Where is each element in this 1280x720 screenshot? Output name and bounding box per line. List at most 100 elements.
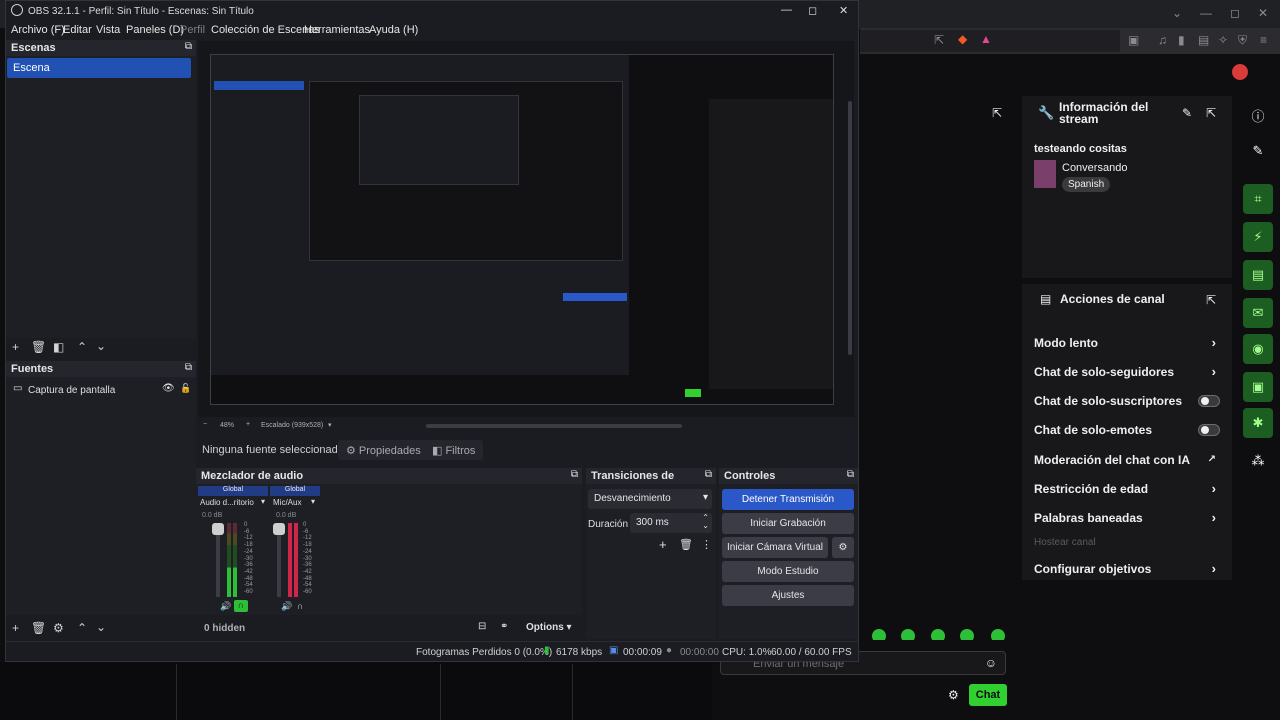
arrow-down-icon[interactable]: ⌄ bbox=[96, 339, 106, 353]
action-emotes-only[interactable]: Chat de solo-emotes bbox=[1034, 423, 1224, 441]
dock-float-icon[interactable]: ⧉ bbox=[847, 469, 854, 480]
wrench-icon[interactable]: ✱ bbox=[1243, 408, 1273, 438]
clip-icon[interactable]: ⌗ bbox=[1243, 184, 1273, 214]
trash-icon[interactable]: 🗑 bbox=[679, 538, 693, 551]
popout-icon[interactable]: ⇱ bbox=[992, 106, 1002, 120]
menu-perfil[interactable]: Perfil bbox=[180, 24, 205, 36]
mixer-link-icon[interactable]: ⚭ bbox=[500, 621, 508, 632]
close-icon[interactable]: ✕ bbox=[1258, 6, 1268, 20]
add-icon[interactable]: + bbox=[12, 340, 19, 354]
preview-vscrollbar[interactable] bbox=[848, 101, 852, 355]
studio-mode-button[interactable]: Modo Estudio bbox=[722, 561, 854, 582]
brave-shield-icon[interactable]: ◆ bbox=[958, 32, 967, 46]
ai-icon[interactable]: ✧ bbox=[1218, 33, 1228, 47]
document-icon[interactable]: ▤ bbox=[1243, 260, 1273, 290]
action-subs-only[interactable]: Chat de solo-suscriptores bbox=[1034, 394, 1224, 412]
settings-button[interactable]: Ajustes bbox=[722, 585, 854, 606]
arrow-down-icon[interactable]: ⌄ bbox=[96, 620, 106, 634]
minimize-icon[interactable]: ⌄ bbox=[1172, 6, 1182, 20]
edit-icon[interactable]: ✎ bbox=[1243, 136, 1273, 166]
channel-dropdown-icon[interactable]: ▾ bbox=[311, 497, 315, 506]
layout-icon[interactable]: ⊟ bbox=[478, 621, 486, 632]
filters-button[interactable]: ◧ Filtros bbox=[424, 440, 484, 460]
filter-icon[interactable]: ◧ bbox=[53, 340, 64, 354]
menu-editar[interactable]: Editar bbox=[63, 24, 92, 36]
music-icon[interactable]: ♫ bbox=[1158, 33, 1167, 47]
trash-icon[interactable]: 🗑 bbox=[31, 340, 46, 354]
settings-icon[interactable]: ⚙ bbox=[948, 688, 959, 702]
menu-herramientas[interactable]: Herramientas bbox=[304, 24, 370, 36]
options-button[interactable]: Options ▾ bbox=[526, 622, 572, 633]
popout-icon[interactable]: ⇱ bbox=[1206, 106, 1216, 120]
chat-bubble-icon[interactable]: ✉ bbox=[1243, 298, 1273, 328]
sidebar-icon[interactable]: ▮ bbox=[1178, 33, 1185, 47]
menu-ayuda[interactable]: Ayuda (H) bbox=[369, 24, 418, 36]
visibility-eye-icon[interactable]: 👁 bbox=[162, 383, 175, 394]
arrow-up-icon[interactable]: ⌃ bbox=[77, 340, 87, 354]
close-icon[interactable]: ✕ bbox=[839, 4, 848, 17]
maximize-icon[interactable]: ◻ bbox=[808, 4, 817, 17]
scene-item[interactable]: Escena bbox=[7, 58, 191, 78]
minimize-icon[interactable]: — bbox=[1200, 6, 1212, 20]
tag-badge[interactable]: Spanish bbox=[1062, 177, 1111, 192]
trash-icon[interactable]: 🗑 bbox=[31, 621, 46, 635]
stepper-down-icon[interactable]: ⌄ bbox=[702, 521, 709, 530]
edit-icon[interactable]: ✎ bbox=[1182, 106, 1192, 120]
start-recording-button[interactable]: Iniciar Grabación bbox=[722, 513, 854, 534]
info-icon[interactable]: ⓘ bbox=[1243, 100, 1273, 130]
zoom-out-icon[interactable]: − bbox=[203, 421, 207, 428]
source-item[interactable]: ▭ Captura de pantalla 👁 🔓 bbox=[12, 383, 192, 399]
volume-handle[interactable] bbox=[212, 523, 224, 535]
menu-vista[interactable]: Vista bbox=[96, 24, 120, 36]
chat-send-button[interactable]: Chat bbox=[969, 684, 1007, 706]
channel-dropdown-icon[interactable]: ▾ bbox=[261, 497, 265, 506]
action-followers-only[interactable]: Chat de solo-seguidores › bbox=[1034, 364, 1224, 383]
wallet-icon[interactable]: ▤ bbox=[1198, 33, 1209, 47]
vpn-icon[interactable]: ⛨ bbox=[1238, 33, 1247, 48]
volume-handle[interactable] bbox=[273, 523, 285, 535]
rewards-icon[interactable]: ▲ bbox=[980, 32, 992, 46]
emote-picker-icon[interactable]: ☺ bbox=[985, 656, 997, 670]
speaker-icon[interactable]: 🔊 bbox=[281, 601, 292, 612]
virtual-camera-settings-button[interactable]: ⚙ bbox=[832, 537, 854, 558]
menu-icon[interactable]: ≡ bbox=[1260, 33, 1267, 47]
action-slow-mode[interactable]: Modo lento › bbox=[1034, 335, 1224, 354]
dock-float-icon[interactable]: ⧉ bbox=[571, 469, 578, 480]
action-goals[interactable]: Configurar objetivos › bbox=[1034, 561, 1224, 580]
scale-dropdown-icon[interactable]: ▾ bbox=[328, 421, 332, 429]
speaker-icon[interactable]: 🔊 bbox=[220, 601, 231, 612]
share-icon[interactable]: ⇱ bbox=[934, 33, 944, 47]
avatar[interactable] bbox=[1232, 64, 1248, 80]
headphones-icon[interactable]: ∩ bbox=[297, 601, 303, 611]
menu-paneles[interactable]: Paneles (D) bbox=[126, 24, 184, 36]
maximize-icon[interactable]: ◻ bbox=[1230, 6, 1240, 20]
subs-only-toggle[interactable] bbox=[1198, 395, 1220, 407]
zoom-in-icon[interactable]: + bbox=[246, 421, 250, 428]
properties-button[interactable]: ⚙ Propiedades bbox=[338, 440, 429, 460]
dock-float-icon[interactable]: ⧉ bbox=[185, 41, 192, 52]
duration-input[interactable]: 300 ms ⌃ ⌄ bbox=[630, 513, 712, 533]
headphones-icon[interactable]: ∩ bbox=[234, 600, 248, 612]
stop-stream-button[interactable]: Detener Transmisión bbox=[722, 489, 854, 510]
lightning-icon[interactable]: ⚡ bbox=[1243, 222, 1273, 252]
arrow-up-icon[interactable]: ⌃ bbox=[77, 621, 87, 635]
dock-float-icon[interactable]: ⧉ bbox=[705, 469, 712, 480]
lock-icon[interactable]: 🔓 bbox=[180, 383, 191, 394]
transition-select[interactable]: Desvanecimiento ▾ bbox=[588, 489, 712, 509]
dock-float-icon[interactable]: ⧉ bbox=[185, 362, 192, 373]
action-age-restriction[interactable]: Restricción de edad › bbox=[1034, 481, 1224, 500]
broadcast-icon[interactable]: ◉ bbox=[1243, 334, 1273, 364]
extensions-icon[interactable]: ⁂ bbox=[1243, 446, 1273, 476]
menu-archivo[interactable]: Archivo (F) bbox=[11, 24, 65, 36]
minimize-icon[interactable]: — bbox=[781, 4, 792, 16]
action-banned-words[interactable]: Palabras baneadas › bbox=[1034, 510, 1224, 529]
popout-icon[interactable]: ⇱ bbox=[1206, 293, 1216, 307]
virtual-camera-button[interactable]: Iniciar Cámara Virtual bbox=[722, 537, 828, 558]
add-icon[interactable]: + bbox=[12, 621, 19, 635]
reader-icon[interactable]: ▣ bbox=[1128, 33, 1139, 47]
emotes-only-toggle[interactable] bbox=[1198, 424, 1220, 436]
gear-icon[interactable]: ⚙ bbox=[53, 621, 64, 635]
action-ai-moderation[interactable]: Moderación del chat con IA ↗ bbox=[1034, 453, 1224, 471]
host-icon[interactable]: ▣ bbox=[1243, 372, 1273, 402]
more-vertical-icon[interactable]: ⋮ bbox=[701, 538, 712, 551]
